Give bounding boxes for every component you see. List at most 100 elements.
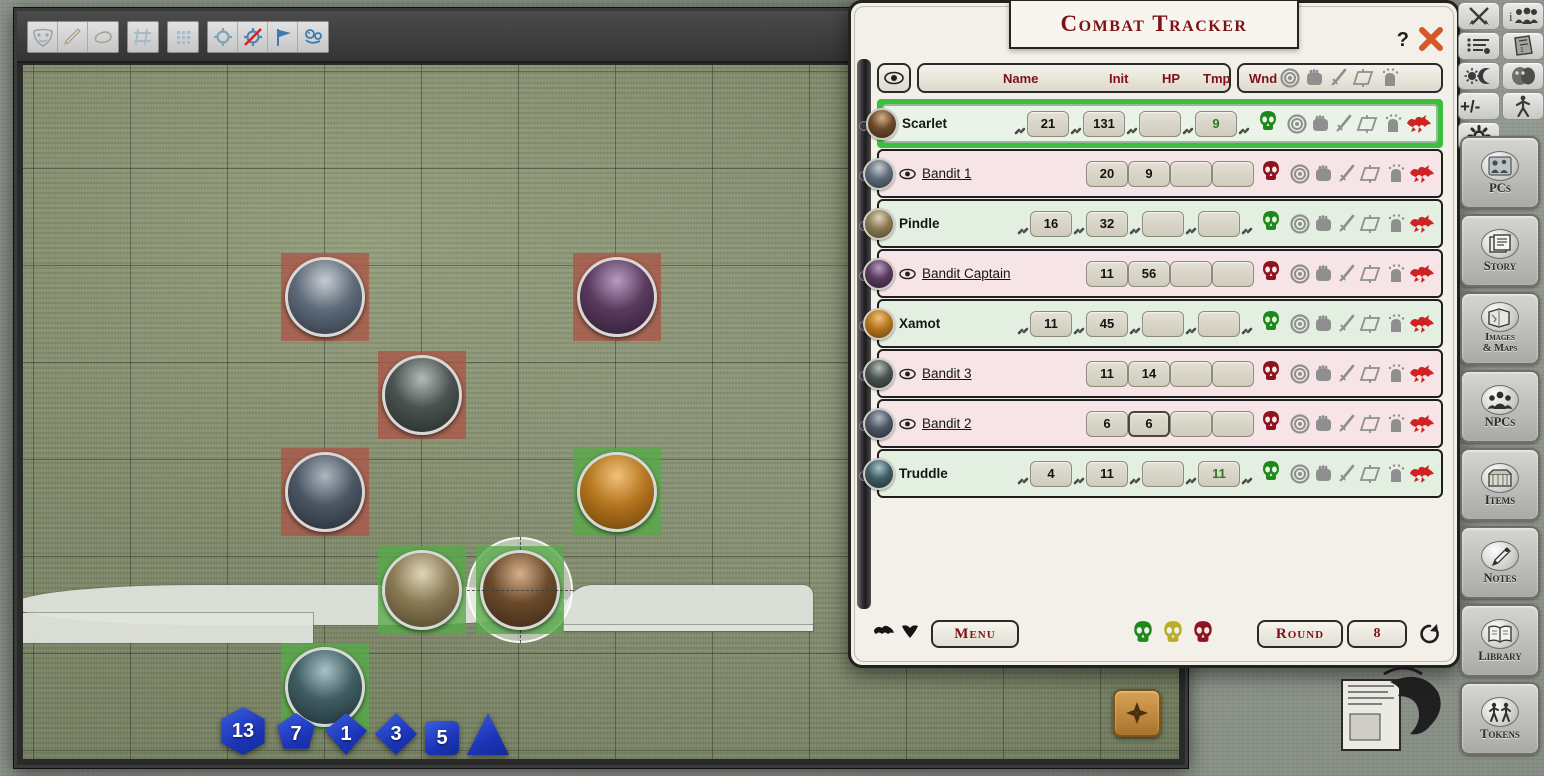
- party-info-icon[interactable]: i: [1502, 2, 1544, 30]
- help-button[interactable]: ?: [1397, 29, 1409, 52]
- stat-tmp[interactable]: [1170, 410, 1212, 437]
- table-row[interactable]: Bandit 3 11 14: [863, 349, 1443, 398]
- fist-icon[interactable]: [1313, 264, 1333, 284]
- target-icon[interactable]: [1287, 113, 1307, 134]
- combatant-name[interactable]: Bandit 1: [922, 166, 1058, 181]
- avatar[interactable]: [863, 357, 895, 390]
- target-icon[interactable]: [1290, 163, 1310, 184]
- sword-icon[interactable]: [1336, 164, 1356, 184]
- sword-icon[interactable]: [1336, 264, 1356, 284]
- skull-filter-green[interactable]: [1131, 620, 1155, 649]
- die-d8[interactable]: 3: [375, 713, 417, 755]
- stat-init[interactable]: 11: [1030, 310, 1072, 337]
- target-icon[interactable]: [1290, 213, 1310, 234]
- sword-icon[interactable]: [1336, 464, 1356, 484]
- sword-icon[interactable]: [1336, 214, 1356, 234]
- dragon-icon[interactable]: [1409, 413, 1435, 435]
- visibility-toggle[interactable]: [899, 167, 916, 181]
- stat-wnd[interactable]: [1198, 310, 1240, 337]
- aura-icon[interactable]: [1359, 314, 1381, 334]
- sword-icon[interactable]: [1336, 364, 1356, 384]
- pindle-token[interactable]: [378, 546, 466, 634]
- dragon-icon[interactable]: [1409, 213, 1435, 235]
- pointer-icon[interactable]: [298, 22, 328, 52]
- sword-icon[interactable]: [1336, 314, 1356, 334]
- stunned-head-icon[interactable]: [1384, 313, 1406, 334]
- masks-icon[interactable]: [1502, 62, 1544, 90]
- stat-tmp[interactable]: [1142, 210, 1184, 237]
- target-grid-icon[interactable]: [208, 22, 238, 52]
- sidebar-item-notes[interactable]: Notes: [1460, 526, 1540, 599]
- stat-hp[interactable]: 45: [1086, 310, 1128, 337]
- stat-wnd[interactable]: [1212, 260, 1254, 287]
- avatar[interactable]: [863, 207, 895, 240]
- health-skull-icon[interactable]: [1260, 310, 1282, 337]
- pencil-icon[interactable]: [58, 22, 88, 52]
- target-icon[interactable]: [1290, 313, 1310, 334]
- sidebar-item-library[interactable]: Library: [1460, 604, 1540, 677]
- stat-init[interactable]: 21: [1027, 110, 1069, 137]
- health-skull-icon[interactable]: [1260, 460, 1282, 487]
- bandit-2-token[interactable]: [281, 448, 369, 536]
- fist-icon[interactable]: [1313, 364, 1333, 384]
- visibility-toggle-all[interactable]: [877, 63, 911, 93]
- aura-icon[interactable]: [1352, 68, 1374, 88]
- table-row[interactable]: Bandit 1 20 9: [863, 149, 1443, 198]
- aura-icon[interactable]: [1359, 414, 1381, 434]
- health-skull-icon[interactable]: [1260, 410, 1282, 437]
- target-icon[interactable]: [1290, 363, 1310, 384]
- aura-icon[interactable]: [1359, 364, 1381, 384]
- stunned-head-icon[interactable]: [1384, 263, 1406, 284]
- stunned-head-icon[interactable]: [1384, 363, 1406, 384]
- stat-tmp[interactable]: [1139, 110, 1181, 137]
- flag-icon[interactable]: [268, 22, 298, 52]
- sidebar-item-story[interactable]: Story: [1460, 214, 1540, 287]
- health-skull-icon[interactable]: [1260, 260, 1282, 287]
- avatar[interactable]: [863, 157, 895, 190]
- dragon-icon[interactable]: [1409, 363, 1435, 385]
- combatant-name[interactable]: Scarlet: [902, 116, 947, 131]
- eraser-icon[interactable]: [88, 22, 118, 52]
- health-skull-icon[interactable]: [1260, 210, 1282, 237]
- stat-init[interactable]: 16: [1030, 210, 1072, 237]
- stunned-head-icon[interactable]: [1384, 163, 1406, 184]
- stat-wnd[interactable]: [1212, 410, 1254, 437]
- stat-tmp[interactable]: [1170, 160, 1212, 187]
- skull-filter-yellow[interactable]: [1161, 620, 1185, 649]
- stat-hp[interactable]: 56: [1128, 260, 1170, 287]
- stat-init[interactable]: 20: [1086, 160, 1128, 187]
- aura-icon[interactable]: [1356, 114, 1378, 134]
- stat-hp[interactable]: 6: [1128, 410, 1170, 437]
- fist-icon[interactable]: [1313, 414, 1333, 434]
- stat-tmp[interactable]: [1142, 310, 1184, 337]
- table-row[interactable]: Pindle 16 32: [863, 199, 1443, 248]
- skull-filter-red[interactable]: [1191, 620, 1215, 649]
- stunned-head-icon[interactable]: [1381, 113, 1403, 134]
- sword-icon[interactable]: [1328, 68, 1348, 88]
- target-icon[interactable]: [1280, 68, 1300, 88]
- visibility-toggle[interactable]: [899, 417, 916, 431]
- dragon-icon[interactable]: [1409, 463, 1435, 485]
- target-icon[interactable]: [1290, 463, 1310, 484]
- sidebar-item-pcs[interactable]: PCs: [1460, 136, 1540, 209]
- avatar[interactable]: [863, 407, 895, 440]
- fist-icon[interactable]: [1313, 464, 1333, 484]
- combatant-name[interactable]: Truddle: [899, 466, 948, 481]
- aura-icon[interactable]: [1359, 264, 1381, 284]
- plus-minus-icon[interactable]: +/-: [1458, 92, 1500, 120]
- health-skull-icon[interactable]: [1257, 110, 1279, 137]
- aura-icon[interactable]: [1359, 164, 1381, 184]
- combatant-name[interactable]: Xamot: [899, 316, 940, 331]
- sword-icon[interactable]: [1336, 414, 1356, 434]
- table-row[interactable]: Xamot 11 45: [863, 299, 1443, 348]
- stat-init[interactable]: 11: [1086, 360, 1128, 387]
- health-skull-icon[interactable]: [1260, 160, 1282, 187]
- stat-hp[interactable]: 131: [1083, 110, 1125, 137]
- die-d6[interactable]: 5: [425, 721, 459, 755]
- combatant-name[interactable]: Bandit Captain: [922, 266, 1058, 281]
- dragon-down-icon[interactable]: [899, 622, 921, 647]
- stunned-head-icon[interactable]: [1384, 413, 1406, 434]
- sidebar-item-npcs[interactable]: NPCs: [1460, 370, 1540, 443]
- aura-icon[interactable]: [1359, 214, 1381, 234]
- character-icon[interactable]: [1502, 92, 1544, 120]
